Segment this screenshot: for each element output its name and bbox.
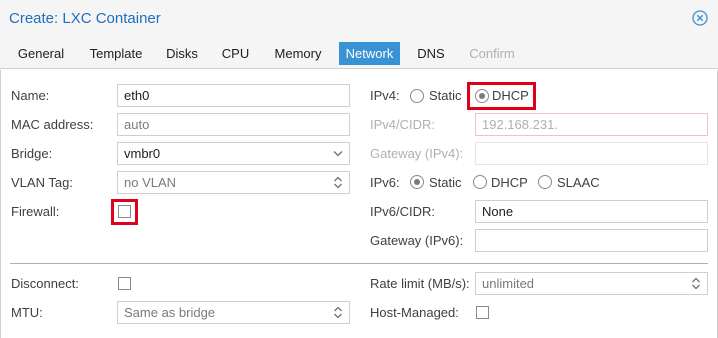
mtu-value: Same as bridge <box>124 305 216 320</box>
ipv4-cidr-input: 192.168.231. <box>475 113 708 136</box>
mac-address-input[interactable]: auto <box>117 113 350 136</box>
bridge-label: Bridge: <box>11 146 53 161</box>
name-input[interactable]: eth0 <box>117 84 350 107</box>
close-icon[interactable] <box>692 10 708 26</box>
tab-dns[interactable]: DNS <box>410 42 452 65</box>
tab-network[interactable]: Network <box>339 42 400 65</box>
tab-cpu[interactable]: CPU <box>214 42 257 65</box>
disconnect-label: Disconnect: <box>11 276 79 291</box>
ipv6-static-radio[interactable] <box>410 175 424 189</box>
ipv6-static-label: Static <box>429 175 462 190</box>
bridge-value: vmbr0 <box>124 146 161 161</box>
gateway-ipv4-label: Gateway (IPv4): <box>370 146 464 161</box>
tab-template[interactable]: Template <box>82 42 150 65</box>
spinner-updown-icon[interactable] <box>690 277 702 290</box>
rate-limit-value: unlimited <box>482 276 535 291</box>
gateway-ipv6-input[interactable] <box>475 229 708 252</box>
rate-limit-label: Rate limit (MB/s): <box>370 276 470 291</box>
ipv4-static-label: Static <box>429 88 462 103</box>
window-titlebar: Create: LXC Container <box>0 0 718 38</box>
firewall-label: Firewall: <box>11 204 60 219</box>
rate-limit-spinner[interactable]: unlimited <box>475 272 708 295</box>
ipv6-slaac-label: SLAAC <box>557 175 600 190</box>
disconnect-checkbox[interactable] <box>118 277 131 290</box>
vlan-tag-value: no VLAN <box>124 175 177 190</box>
tab-general[interactable]: General <box>10 42 72 65</box>
mac-address-label: MAC address: <box>11 117 94 132</box>
ipv6-label: IPv6: <box>370 175 400 190</box>
ipv4-cidr-label: IPv4/CIDR: <box>370 117 436 132</box>
gateway-ipv6-label: Gateway (IPv6): <box>370 233 464 248</box>
bridge-select[interactable]: vmbr0 <box>117 142 350 165</box>
tab-confirm: Confirm <box>469 46 515 61</box>
ipv6-cidr-label: IPv6/CIDR: <box>370 204 436 219</box>
tab-memory[interactable]: Memory <box>267 42 329 65</box>
ipv6-slaac-radio[interactable] <box>538 175 552 189</box>
vlan-tag-label: VLAN Tag: <box>11 175 73 190</box>
host-managed-checkbox[interactable] <box>476 306 489 319</box>
vlan-tag-spinner[interactable]: no VLAN <box>117 171 350 194</box>
name-label: Name: <box>11 88 50 103</box>
ipv6-dhcp-label: DHCP <box>491 175 528 190</box>
ipv4-label: IPv4: <box>370 88 400 103</box>
mtu-spinner[interactable]: Same as bridge <box>117 301 350 324</box>
firewall-highlight-box <box>111 199 138 225</box>
ipv6-dhcp-radio[interactable] <box>473 175 487 189</box>
gateway-ipv4-input <box>475 142 708 165</box>
window-title: Create: LXC Container <box>9 10 161 27</box>
spinner-updown-icon[interactable] <box>332 306 344 319</box>
section-divider <box>10 263 708 264</box>
mtu-label: MTU: <box>11 305 43 320</box>
spinner-updown-icon[interactable] <box>332 176 344 189</box>
dhcp-highlight-box <box>467 82 536 110</box>
tab-disks[interactable]: Disks <box>160 42 204 65</box>
tab-bar: General Template Disks CPU Memory Networ… <box>0 38 718 69</box>
host-managed-label: Host-Managed: <box>370 305 459 320</box>
ipv6-cidr-input[interactable]: None <box>475 200 708 223</box>
chevron-down-icon[interactable] <box>332 147 344 160</box>
ipv4-static-radio[interactable] <box>410 89 424 103</box>
network-form-panel: Name: eth0 MAC address: auto Bridge: vmb… <box>0 70 718 338</box>
